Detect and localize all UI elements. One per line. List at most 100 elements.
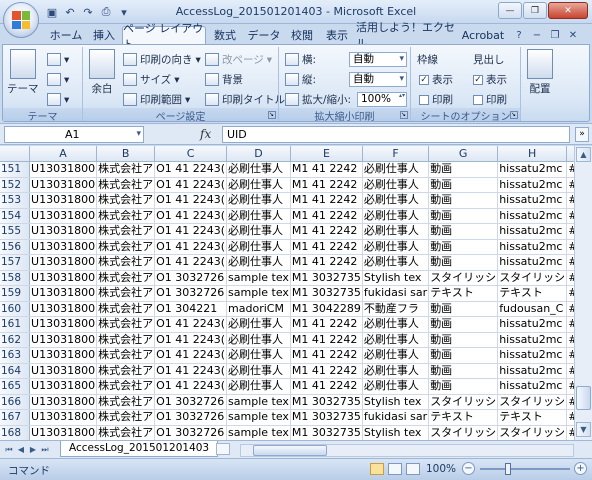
- cell[interactable]: #####: [566, 301, 574, 317]
- cell[interactable]: 動画: [428, 223, 499, 240]
- cell[interactable]: Stylish tex: [362, 425, 430, 440]
- cell[interactable]: M1 41 2242: [290, 192, 363, 209]
- cell[interactable]: #####: [566, 394, 574, 410]
- cell[interactable]: M1 41 2242: [290, 239, 363, 255]
- cell[interactable]: O1 41 2243(: [154, 239, 228, 255]
- cell[interactable]: U13031800: [29, 254, 98, 271]
- cell[interactable]: sample tex: [226, 394, 291, 410]
- name-box[interactable]: A1: [4, 126, 144, 143]
- row-header[interactable]: 155: [0, 223, 31, 240]
- cell[interactable]: #####: [566, 316, 574, 333]
- row-header[interactable]: 167: [0, 409, 31, 426]
- vertical-scroll-thumb[interactable]: [576, 386, 591, 410]
- cell[interactable]: #####: [566, 425, 574, 440]
- cell[interactable]: 株式会社ア: [96, 223, 156, 240]
- vertical-scrollbar[interactable]: ▲ ▼: [574, 146, 592, 440]
- cell[interactable]: M1 3032735: [290, 394, 363, 410]
- tab-review[interactable]: 校閲: [286, 26, 318, 44]
- row-header[interactable]: 152: [0, 177, 31, 193]
- cell[interactable]: U13031800: [29, 270, 98, 286]
- cell[interactable]: M1 3032735: [290, 270, 363, 286]
- cell[interactable]: 株式会社ア: [96, 285, 156, 302]
- column-header[interactable]: I: [566, 146, 574, 162]
- breaks-button[interactable]: 改ページ ▾: [205, 51, 272, 68]
- page-setup-dialog-launcher[interactable]: ↘: [268, 111, 276, 119]
- cell[interactable]: U13031800: [29, 394, 98, 410]
- tab-data[interactable]: データ: [244, 26, 284, 44]
- cell[interactable]: #####: [566, 363, 574, 379]
- cell[interactable]: #####: [566, 254, 574, 271]
- minimize-button[interactable]: —: [498, 2, 522, 19]
- sheet-options-dialog-launcher[interactable]: ↘: [510, 111, 518, 119]
- cell[interactable]: #####: [566, 161, 574, 178]
- background-button[interactable]: 背景: [205, 71, 243, 88]
- cell[interactable]: 必刷仕事人: [362, 208, 430, 224]
- cell[interactable]: 動画: [428, 378, 499, 395]
- cell[interactable]: 必刷仕事人: [226, 363, 291, 379]
- cell[interactable]: 株式会社ア: [96, 347, 156, 364]
- row-header[interactable]: 160: [0, 301, 31, 317]
- cell[interactable]: 株式会社ア: [96, 270, 156, 286]
- cell[interactable]: 動画: [428, 177, 499, 193]
- tab-page-layout[interactable]: ページ レイアウト: [122, 22, 206, 51]
- column-header[interactable]: A: [29, 146, 98, 162]
- column-header[interactable]: F: [362, 146, 430, 162]
- office-button[interactable]: [3, 2, 39, 38]
- cell[interactable]: 動画: [428, 316, 499, 333]
- tab-home[interactable]: ホーム: [46, 26, 86, 44]
- cell[interactable]: O1 41 2243(: [154, 332, 228, 348]
- cell[interactable]: Stylish tex: [362, 270, 430, 286]
- restore-button[interactable]: ❐: [523, 2, 547, 19]
- cell[interactable]: テキスト: [428, 285, 499, 302]
- theme-colors-button[interactable]: ▾: [47, 51, 69, 68]
- first-sheet-icon[interactable]: ⏮: [4, 444, 14, 456]
- row-header[interactable]: 154: [0, 208, 31, 224]
- cell[interactable]: M1 3032735: [290, 285, 363, 302]
- orientation-button[interactable]: 印刷の向き ▾: [123, 51, 201, 68]
- cell[interactable]: 必刷仕事人: [226, 254, 291, 271]
- gridlines-print-checkbox[interactable]: 印刷: [419, 91, 453, 108]
- last-sheet-icon[interactable]: ⏭: [40, 444, 50, 456]
- row-header[interactable]: 159: [0, 285, 31, 302]
- cell[interactable]: 株式会社ア: [96, 316, 156, 333]
- cell[interactable]: 株式会社ア: [96, 301, 156, 317]
- cell[interactable]: 株式会社ア: [96, 363, 156, 379]
- cell[interactable]: O1 304221: [154, 301, 228, 317]
- cell[interactable]: 必刷仕事人: [226, 161, 291, 178]
- cell[interactable]: #####: [566, 192, 574, 209]
- row-header[interactable]: 157: [0, 254, 31, 271]
- cell[interactable]: スタイリッシ: [497, 270, 568, 286]
- cell[interactable]: #####: [566, 223, 574, 240]
- gridlines-view-checkbox[interactable]: ✓ 表示: [419, 71, 453, 88]
- row-header[interactable]: 156: [0, 239, 31, 255]
- cell[interactable]: 必刷仕事人: [362, 223, 430, 240]
- row-header[interactable]: 153: [0, 192, 31, 209]
- cell[interactable]: 動画: [428, 363, 499, 379]
- cell[interactable]: U13031800: [29, 161, 98, 178]
- cell[interactable]: O1 41 2243(: [154, 223, 228, 240]
- cell[interactable]: 必刷仕事人: [226, 347, 291, 364]
- cell[interactable]: hissatu2mc: [497, 239, 568, 255]
- cell[interactable]: fudousan_C: [497, 301, 568, 317]
- sheet-tab-accesslog[interactable]: AccessLog_201501201403: [60, 441, 219, 457]
- cell[interactable]: スタイリッシ: [497, 425, 568, 440]
- page-break-view-icon[interactable]: [406, 463, 420, 475]
- cell[interactable]: 必刷仕事人: [226, 192, 291, 209]
- width-select[interactable]: 自動: [349, 52, 407, 67]
- cell[interactable]: sample tex: [226, 409, 291, 426]
- row-header[interactable]: 168: [0, 425, 31, 440]
- cell[interactable]: 必刷仕事人: [362, 316, 430, 333]
- cell[interactable]: hissatu2mc: [497, 177, 568, 193]
- cell[interactable]: U13031800: [29, 378, 98, 395]
- cell[interactable]: 必刷仕事人: [226, 316, 291, 333]
- cell[interactable]: 必刷仕事人: [362, 363, 430, 379]
- expand-formula-bar-icon[interactable]: »: [575, 127, 589, 142]
- cell[interactable]: #####: [566, 177, 574, 193]
- cell[interactable]: Stylish tex: [362, 394, 430, 410]
- cell[interactable]: hissatu2mc: [497, 378, 568, 395]
- theme-fonts-button[interactable]: ▾: [47, 71, 69, 88]
- cell[interactable]: O1 41 2243(: [154, 192, 228, 209]
- column-header[interactable]: D: [226, 146, 291, 162]
- tab-excel-tips[interactable]: 活用しよう！エクセル: [356, 21, 456, 50]
- cell[interactable]: O1 41 2243(: [154, 254, 228, 271]
